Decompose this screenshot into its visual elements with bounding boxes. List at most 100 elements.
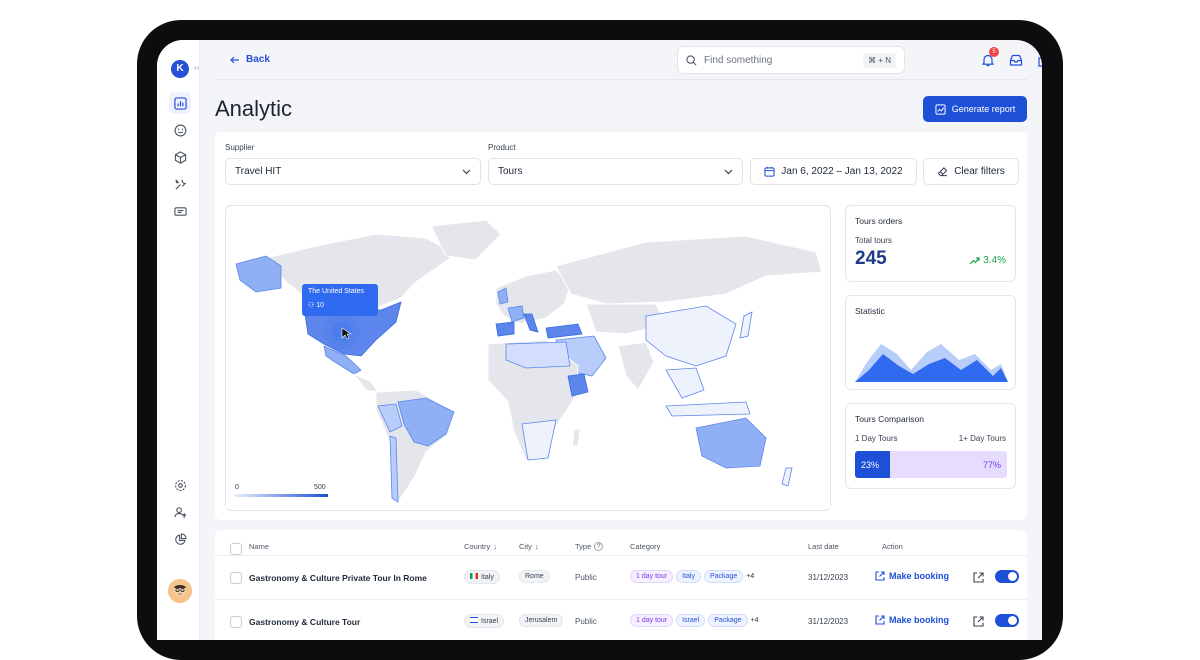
select-all-checkbox[interactable] xyxy=(230,543,242,555)
make-booking-button[interactable]: Make booking xyxy=(875,615,949,625)
map-region-china[interactable] xyxy=(645,305,737,367)
map-region-india[interactable] xyxy=(617,341,655,391)
row-checkbox[interactable] xyxy=(230,572,242,584)
back-label: Back xyxy=(246,54,270,65)
top-bar: Back Find something ⌘ + N 5 xyxy=(215,40,1042,80)
map-region-russia[interactable] xyxy=(555,235,823,305)
map-region-central-america[interactable] xyxy=(353,373,380,393)
tooltip-country: The United States xyxy=(308,288,365,295)
avatar[interactable] xyxy=(168,579,192,603)
map-region-turkey[interactable] xyxy=(545,323,583,339)
row-country: Italy xyxy=(464,570,503,584)
legend-min: 0 xyxy=(235,484,239,491)
map-region-alaska[interactable] xyxy=(235,255,282,293)
inbox-icon[interactable] xyxy=(1009,53,1023,67)
sidebar-item-users[interactable] xyxy=(169,501,191,523)
calendar-icon xyxy=(764,166,775,177)
map-region-spain[interactable] xyxy=(495,321,515,337)
map-region-madagascar[interactable] xyxy=(571,427,581,447)
clear-filters-button[interactable]: Clear filters xyxy=(923,158,1019,185)
map-region-australia[interactable] xyxy=(695,417,767,469)
supplier-value: Travel HIT xyxy=(235,166,282,177)
product-select[interactable]: Tours xyxy=(488,158,743,185)
header-city[interactable]: City ↓ xyxy=(519,542,539,551)
map-region-north-africa[interactable] xyxy=(505,341,571,369)
back-button[interactable]: Back xyxy=(230,54,270,65)
make-booking-button[interactable]: Make booking xyxy=(875,571,949,581)
tours-orders-card: Tours orders Total tours 245 3.4% xyxy=(845,205,1016,282)
total-tours-value: 245 xyxy=(855,248,887,269)
comparison-right-value: 77% xyxy=(982,459,1001,470)
map-region-new-zealand[interactable] xyxy=(781,467,793,487)
bar-chart-icon xyxy=(173,96,187,110)
legend-gradient xyxy=(234,494,328,497)
tooltip-value: 10 xyxy=(316,302,325,309)
search-icon xyxy=(686,54,697,65)
sort-arrow-icon: ↓ xyxy=(534,542,539,551)
more-categories[interactable]: +4 xyxy=(746,573,754,580)
trend-indicator: 3.4% xyxy=(969,255,1006,266)
map-region-japan[interactable] xyxy=(739,311,753,339)
sidebar-item-products[interactable] xyxy=(169,146,191,168)
header-name[interactable]: Name xyxy=(249,542,269,551)
row-checkbox[interactable] xyxy=(230,616,242,628)
puzzle-icon[interactable] xyxy=(1037,53,1042,67)
row-toggle[interactable] xyxy=(995,570,1019,583)
app-screen: K ‹› Back Find something ⌘ + N 5 Analyti… xyxy=(157,40,1042,640)
table-row[interactable]: Gastronomy & Culture Private Tour In Rom… xyxy=(215,555,1027,599)
row-toggle[interactable] xyxy=(995,614,1019,627)
more-categories[interactable]: +4 xyxy=(751,617,759,624)
date-range-picker[interactable]: Jan 6, 2022 – Jan 13, 2022 xyxy=(750,158,917,185)
world-map xyxy=(234,219,823,504)
sidebar-item-reports[interactable] xyxy=(169,528,191,550)
sidebar-item-tickets[interactable] xyxy=(169,200,191,222)
header-type[interactable]: Type? xyxy=(575,542,604,551)
map-tooltip: The United States ⚇ 10 xyxy=(302,284,378,316)
tours-comparison-card: Tours Comparison 1 Day Tours 1+ Day Tour… xyxy=(845,403,1016,489)
header-country[interactable]: Country ↓ xyxy=(464,542,497,551)
supplier-select[interactable]: Travel HIT xyxy=(225,158,481,185)
map-region-indonesia[interactable] xyxy=(665,401,751,417)
israel-flag-icon xyxy=(470,617,478,623)
map-region-ethiopia[interactable] xyxy=(567,373,589,397)
row-country: Israel xyxy=(464,614,507,628)
sidebar-item-customers[interactable] xyxy=(169,119,191,141)
row-categories: 1 day tour Israel Package +4 xyxy=(630,614,759,627)
map-region-southern-africa[interactable] xyxy=(521,419,557,461)
search-input[interactable]: Find something ⌘ + N xyxy=(677,46,905,74)
row-type: Public xyxy=(575,573,597,582)
tours-table: Name Country ↓ City ↓ Type? Category Last … xyxy=(215,530,1027,640)
row-name: Gastronomy & Culture Tour xyxy=(249,617,361,627)
row-last-date: 31/12/2023 xyxy=(808,573,849,582)
product-label: Product xyxy=(488,143,516,152)
comparison-bar: 23% 77% xyxy=(855,451,1007,478)
table-row[interactable]: Gastronomy & Culture Tour Israel Jerusal… xyxy=(215,599,1027,640)
app-logo[interactable]: K xyxy=(171,60,189,78)
sidebar-item-settings[interactable] xyxy=(169,474,191,496)
tooltip-value-row: ⚇ 10 xyxy=(308,301,372,309)
row-categories: 1 day tour Italy Package +4 xyxy=(630,570,754,583)
search-placeholder: Find something xyxy=(704,54,773,66)
sidebar-item-tools[interactable] xyxy=(169,173,191,195)
chevron-down-icon xyxy=(462,169,471,174)
external-link-icon xyxy=(875,615,885,625)
header-last-date: Last date xyxy=(808,542,839,551)
comparison-left-segment: 23% xyxy=(855,451,890,478)
ticket-icon xyxy=(173,206,187,216)
page-title: Analytic xyxy=(215,96,293,121)
cube-icon xyxy=(174,150,186,164)
map-region-southeast-asia[interactable] xyxy=(665,367,705,399)
open-in-new-icon[interactable] xyxy=(973,616,984,627)
row-city: Jerusalem xyxy=(519,614,566,627)
smile-icon xyxy=(174,124,186,136)
sidebar-item-analytics[interactable] xyxy=(169,92,191,114)
collapse-sidebar-icon[interactable]: ‹› xyxy=(194,63,199,72)
statistic-area-chart xyxy=(855,344,1008,382)
sidebar: K ‹› xyxy=(157,40,200,640)
open-in-new-icon[interactable] xyxy=(973,572,984,583)
tools-icon xyxy=(174,178,187,190)
generate-report-button[interactable]: Generate report xyxy=(923,96,1027,122)
statistic-card: Statistic xyxy=(845,295,1016,390)
legend-max: 500 xyxy=(314,484,326,491)
statistic-title: Statistic xyxy=(855,306,885,316)
